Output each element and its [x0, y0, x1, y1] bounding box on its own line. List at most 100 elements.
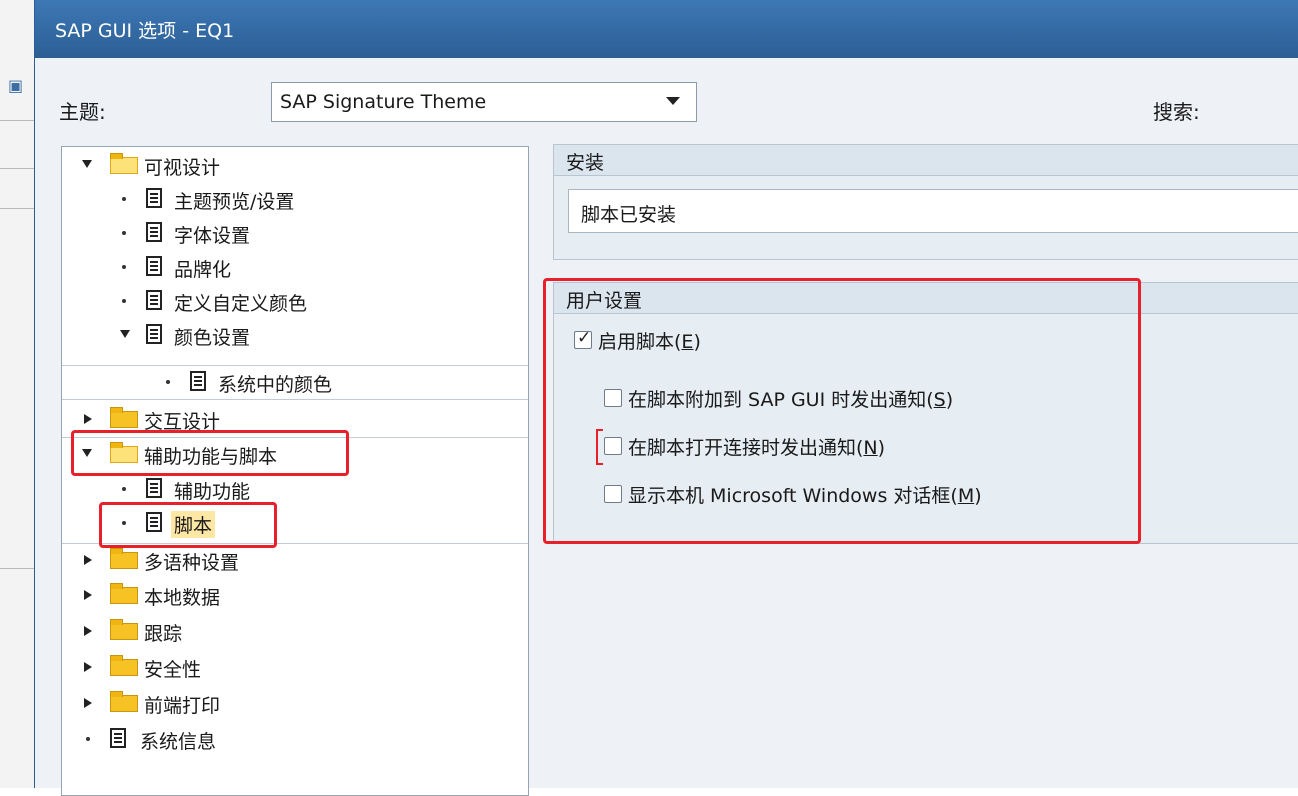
folder-open-icon	[110, 153, 138, 174]
document-icon	[146, 478, 162, 498]
expand-closed-icon	[84, 555, 92, 565]
folder-icon	[110, 619, 138, 640]
expand-open-icon	[82, 160, 92, 168]
bullet-icon	[122, 487, 126, 491]
folder-icon	[110, 583, 138, 604]
install-status-value: 脚本已安装	[581, 204, 677, 226]
install-panel-header: 安装	[554, 145, 1298, 176]
checkbox-unchecked-icon	[604, 389, 622, 407]
tree-item-color-settings[interactable]: 颜色设置	[62, 319, 528, 352]
native-dialogs-label: 显示本机 Microsoft Windows 对话框(M)	[628, 485, 982, 507]
tree-item-security[interactable]: 安全性	[62, 651, 528, 684]
theme-dropdown[interactable]: SAP Signature Theme	[271, 82, 697, 122]
tree-item-branding[interactable]: 品牌化	[62, 251, 528, 284]
annotation-bracket	[596, 429, 603, 465]
tree-item-interaction-design[interactable]: 交互设计	[62, 403, 528, 436]
tree-item-local-data[interactable]: 本地数据	[62, 579, 528, 612]
enable-scripting-label: 启用脚本(E)	[598, 331, 701, 353]
tree-item-trace[interactable]: 跟踪	[62, 615, 528, 648]
folder-icon	[110, 691, 138, 712]
window-title: SAP GUI 选项 - EQ1	[55, 20, 235, 42]
tree-item-accessibility[interactable]: 辅助功能	[62, 473, 528, 506]
divider	[0, 208, 34, 209]
document-icon	[146, 222, 162, 242]
divider	[0, 568, 34, 569]
tree-item-system-info[interactable]: 系统信息	[62, 723, 528, 756]
folder-open-icon	[110, 442, 138, 463]
title-bar[interactable]: SAP GUI 选项 - EQ1	[35, 0, 1298, 58]
notify-attach-label: 在脚本附加到 SAP GUI 时发出通知(S)	[628, 389, 954, 411]
expand-open-icon	[82, 449, 92, 457]
bullet-icon	[122, 265, 126, 269]
notify-connection-label: 在脚本打开连接时发出通知(N)	[628, 437, 886, 459]
user-settings-header: 用户设置	[566, 290, 643, 312]
checkbox-unchecked-icon	[604, 485, 622, 503]
tree-item-scripting[interactable]: 脚本	[62, 507, 528, 540]
install-panel: 安装 脚本已安装	[553, 144, 1298, 260]
tree-item-font-settings[interactable]: 字体设置	[62, 217, 528, 250]
expand-closed-icon	[84, 414, 92, 424]
tree-item-label: 辅助功能	[174, 481, 251, 503]
divider	[0, 120, 34, 121]
tree-item-label: 系统信息	[140, 731, 217, 753]
tree-item-label: 系统中的颜色	[218, 374, 333, 396]
sap-gui-options-dialog: SAP GUI 选项 - EQ1 主题: SAP Signature Theme…	[34, 0, 1298, 796]
document-icon	[146, 290, 162, 310]
tree-item-label: 脚本	[171, 511, 216, 538]
bullet-icon	[86, 737, 90, 741]
tree-item-system-colors[interactable]: 系统中的颜色	[62, 365, 528, 400]
theme-label: 主题:	[59, 100, 106, 124]
document-icon	[190, 371, 206, 391]
tree-item-label: 颜色设置	[174, 327, 251, 349]
chevron-down-icon	[666, 97, 680, 105]
expand-open-icon	[120, 330, 130, 338]
document-icon	[110, 728, 126, 748]
theme-selected-value: SAP Signature Theme	[280, 91, 487, 113]
tree-item-frontend-print[interactable]: 前端打印	[62, 687, 528, 720]
bullet-icon	[122, 299, 126, 303]
tree-item-label: 前端打印	[144, 695, 221, 717]
bullet-icon	[122, 521, 126, 525]
bullet-icon	[122, 231, 126, 235]
tree-item-label: 跟踪	[144, 623, 183, 645]
folder-icon	[110, 548, 138, 569]
tree-item-label: 辅助功能与脚本	[144, 446, 278, 468]
document-icon	[146, 188, 162, 208]
checkbox-unchecked-icon	[604, 437, 622, 455]
expand-closed-icon	[84, 590, 92, 600]
options-tree: 可视设计 主题预览/设置 字体设置 品牌化 定义自定义颜色 颜色设置 系统中的颜…	[61, 146, 529, 796]
search-label: 搜索:	[1153, 100, 1200, 124]
tree-item-label: 多语种设置	[144, 552, 240, 574]
background-window: ▣	[0, 0, 34, 788]
expand-closed-icon	[84, 626, 92, 636]
tree-item-multilingual[interactable]: 多语种设置	[62, 543, 528, 577]
document-icon	[146, 256, 162, 276]
expand-closed-icon	[84, 698, 92, 708]
tree-item-custom-colors[interactable]: 定义自定义颜色	[62, 285, 528, 318]
expand-closed-icon	[84, 662, 92, 672]
toolbar-icon: ▣	[8, 76, 24, 95]
tree-item-label: 定义自定义颜色	[174, 293, 308, 315]
tree-item-accessibility-scripting[interactable]: 辅助功能与脚本	[62, 437, 528, 471]
bullet-icon	[166, 380, 170, 384]
document-icon	[146, 512, 162, 532]
folder-icon	[110, 655, 138, 676]
folder-icon	[110, 407, 138, 428]
tree-item-label: 主题预览/设置	[174, 191, 295, 213]
install-header: 安装	[566, 152, 605, 174]
tree-item-label: 可视设计	[144, 157, 221, 179]
tree-item-visual-design[interactable]: 可视设计	[62, 149, 528, 182]
tree-item-label: 本地数据	[144, 587, 221, 609]
user-settings-header-bar: 用户设置	[554, 283, 1298, 314]
tree-item-label: 字体设置	[174, 225, 251, 247]
bullet-icon	[122, 197, 126, 201]
install-status-field: 脚本已安装	[568, 189, 1298, 233]
document-icon	[146, 324, 162, 344]
tree-item-label: 安全性	[144, 659, 202, 681]
tree-item-theme-preview[interactable]: 主题预览/设置	[62, 183, 528, 216]
tree-item-label: 交互设计	[144, 411, 221, 433]
checkbox-checked-icon	[574, 328, 592, 349]
divider	[0, 168, 34, 169]
tree-item-label: 品牌化	[174, 259, 232, 281]
user-settings-panel: 用户设置 启用脚本(E) 在脚本附加到 SAP GUI 时发出通知(S) 在脚本…	[553, 282, 1298, 544]
